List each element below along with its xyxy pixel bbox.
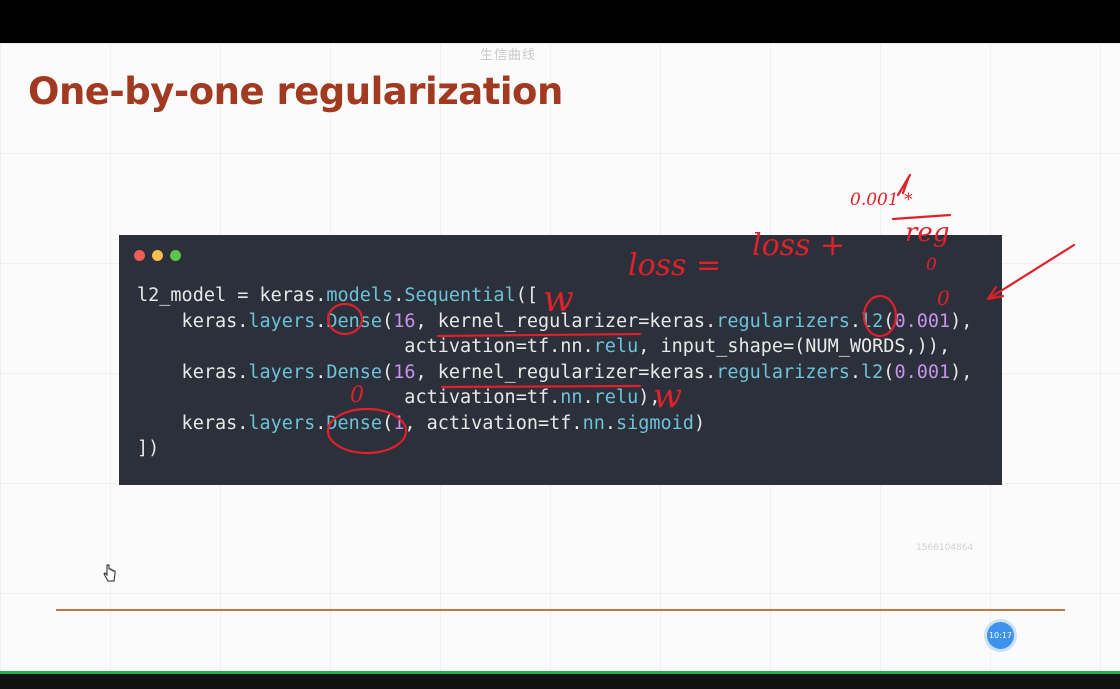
code-token: l2 [861, 310, 884, 332]
code-token: l2 [861, 361, 884, 383]
code-token: . [849, 361, 862, 383]
code-token: , activation=tf. [404, 412, 583, 434]
code-token: 16 [393, 361, 416, 383]
code-token: , kernel_regularizer=keras. [415, 310, 717, 332]
slide-divider [56, 609, 1065, 611]
code-token: 1 [393, 412, 405, 434]
top-black-bar [0, 0, 1120, 43]
fraction-slash [901, 177, 910, 195]
code-token: 0.001 [894, 310, 951, 332]
code-token: layers [248, 412, 316, 434]
code-token: ([ [515, 285, 538, 306]
fraction-bar [891, 213, 952, 221]
code-token: ( [883, 310, 895, 332]
code-line: keras.layers.Dense(1, activation=tf.nn.s… [137, 411, 972, 437]
code-token: 0.001 [894, 361, 951, 383]
code-token: nn [560, 387, 583, 408]
code-line: l2_model = keras.models.Sequential([ [137, 283, 972, 309]
code-token: . [315, 361, 327, 383]
code-line: keras.layers.Dense(16, kernel_regularize… [137, 360, 973, 386]
code-token: keras. [137, 361, 249, 383]
code-token: activation=tf.nn. [137, 336, 594, 357]
minimize-dot-icon [152, 250, 163, 261]
code-token: regularizers [716, 310, 850, 332]
code-token: relu [593, 387, 639, 408]
code-line: activation=tf.nn.relu), [137, 385, 972, 411]
code-line: activation=tf.nn.relu, input_shape=(NUM_… [137, 334, 972, 360]
code-token: keras. [137, 412, 249, 434]
code-token: ), [950, 361, 973, 383]
code-token: ( [382, 310, 394, 332]
fraction-numerator: 0.001 * [850, 190, 913, 210]
code-token: keras. [137, 310, 249, 332]
code-token: . [849, 310, 862, 332]
watermark-id: 1566104864 [916, 543, 974, 553]
maximize-dot-icon [170, 250, 181, 261]
code-token: Dense [326, 361, 383, 383]
code-token: ), [950, 310, 973, 332]
code-token: ( [382, 361, 394, 383]
code-token: Dense [326, 310, 383, 332]
code-token: layers [248, 361, 316, 383]
slide: 生信曲线 One-by-one regularization l2_model … [0, 43, 1120, 671]
code-token: regularizers [716, 361, 850, 383]
code-token: ( [883, 361, 895, 383]
window-dots [134, 250, 181, 261]
code-token: models [326, 285, 394, 306]
code-token: Sequential [404, 285, 516, 306]
bottom-black-bar [0, 674, 1120, 689]
code-token: Dense [326, 412, 383, 434]
code-token: sigmoid [615, 412, 694, 434]
code-line: keras.layers.Dense(16, kernel_regularize… [137, 309, 973, 335]
code-token: ( [382, 412, 394, 434]
code-token: , kernel_regularizer=keras. [415, 361, 717, 383]
code-token: . [315, 310, 327, 332]
code-token: ), [638, 387, 661, 408]
code-token: ) [693, 412, 706, 434]
code-token: . [393, 285, 405, 306]
code-token: . [315, 412, 327, 434]
code-token: . [582, 387, 594, 408]
code-token: l2_model = keras. [137, 285, 327, 306]
watermark-top: 生信曲线 [480, 48, 537, 63]
code-token: layers [248, 310, 316, 332]
code-token: 16 [393, 310, 416, 332]
code-token: . [604, 412, 616, 434]
fraction-slash-2 [896, 173, 912, 197]
code-token: activation=tf. [137, 387, 561, 408]
clock-badge[interactable]: 10:17 [987, 622, 1014, 649]
hand-cursor-icon [103, 564, 116, 582]
code-token: nn [582, 412, 605, 434]
code-line: ]) [137, 436, 972, 462]
code-token: ]) [137, 438, 160, 459]
slide-title: One-by-one regularization [28, 70, 563, 113]
code-token: relu [593, 336, 639, 357]
code-token: , input_shape=(NUM_WORDS,)), [638, 336, 951, 357]
close-dot-icon [134, 250, 145, 261]
code-block: l2_model = keras.models.Sequential([ ker… [137, 283, 972, 462]
